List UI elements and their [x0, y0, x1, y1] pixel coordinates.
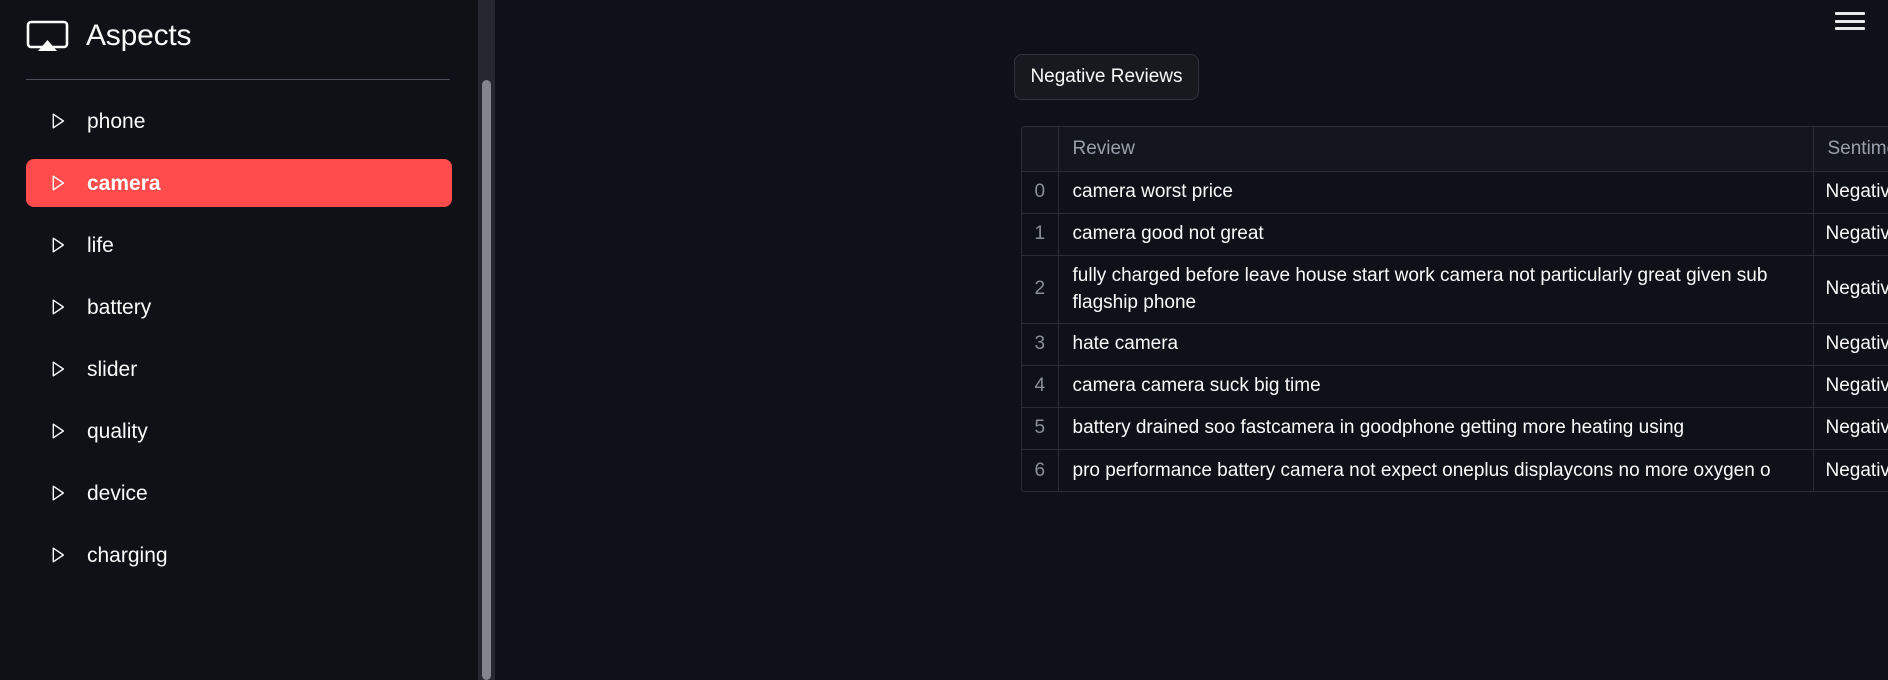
- sidebar-item-charging[interactable]: charging: [26, 531, 452, 579]
- row-review: camera good not great: [1058, 213, 1814, 256]
- row-review: fully charged before leave house start w…: [1058, 255, 1814, 324]
- main-content: Negative Reviews Review Sentiment 0 c: [478, 0, 1888, 680]
- table-row[interactable]: 4 camera camera suck big time Negative: [1022, 365, 1888, 408]
- row-review: pro performance battery camera not expec…: [1058, 449, 1814, 492]
- hamburger-bar: [1835, 19, 1865, 23]
- row-sentiment: Negative: [1813, 323, 1888, 366]
- row-review: hate camera: [1058, 323, 1814, 366]
- airplay-icon: [26, 20, 69, 52]
- row-sentiment: Negative: [1813, 255, 1888, 324]
- sidebar-item-battery[interactable]: battery: [26, 283, 452, 331]
- row-index: 4: [1022, 365, 1059, 408]
- row-index: 0: [1022, 171, 1059, 214]
- triangle-right-icon: [52, 547, 65, 563]
- sidebar-item-life[interactable]: life: [26, 221, 452, 269]
- table-row[interactable]: 6 pro performance battery camera not exp…: [1022, 449, 1888, 492]
- row-sentiment: Negative: [1813, 449, 1888, 492]
- triangle-right-icon: [52, 113, 65, 129]
- table-header: Review Sentiment: [1022, 127, 1888, 172]
- sidebar-item-label: camera: [87, 171, 161, 195]
- triangle-right-icon: [52, 175, 65, 191]
- sidebar-scrollbar[interactable]: [478, 0, 495, 680]
- reviews-table-container: Review Sentiment 0 camera worst price Ne…: [1021, 126, 1888, 493]
- sidebar-item-label: slider: [87, 357, 138, 381]
- sidebar-item-slider[interactable]: slider: [26, 345, 452, 393]
- sidebar: Aspects phone camera life battery slider…: [0, 0, 478, 680]
- triangle-right-icon: [52, 423, 65, 439]
- hamburger-bar: [1835, 12, 1865, 15]
- app-root: Aspects phone camera life battery slider…: [0, 0, 1888, 680]
- reviews-table: Review Sentiment 0 camera worst price Ne…: [1022, 127, 1888, 492]
- page-title: Aspects: [86, 19, 192, 52]
- column-header-sentiment: Sentiment: [1813, 127, 1888, 172]
- sidebar-nav: phone camera life battery slider quality…: [0, 80, 478, 579]
- row-index: 6: [1022, 449, 1059, 492]
- sidebar-item-camera[interactable]: camera: [26, 159, 452, 207]
- triangle-right-icon: [52, 361, 65, 377]
- hamburger-menu-icon[interactable]: [1835, 8, 1865, 34]
- row-index: 5: [1022, 407, 1059, 450]
- table-header-row: Review Sentiment: [1022, 127, 1888, 172]
- row-sentiment: Negative: [1813, 213, 1888, 256]
- row-review: battery drained soo fastcamera in goodph…: [1058, 407, 1814, 450]
- table-row[interactable]: 3 hate camera Negative: [1022, 323, 1888, 366]
- triangle-right-icon: [52, 299, 65, 315]
- column-header-review: Review: [1058, 127, 1814, 172]
- sidebar-item-label: life: [87, 233, 114, 257]
- sidebar-item-label: charging: [87, 543, 168, 567]
- sidebar-scrollbar-thumb[interactable]: [482, 80, 491, 680]
- row-review: camera worst price: [1058, 171, 1814, 214]
- row-index: 2: [1022, 255, 1059, 324]
- row-index: 1: [1022, 213, 1059, 256]
- negative-reviews-button[interactable]: Negative Reviews: [1014, 54, 1199, 100]
- table-row[interactable]: 0 camera worst price Negative: [1022, 171, 1888, 214]
- row-index: 3: [1022, 323, 1059, 366]
- row-sentiment: Negative: [1813, 407, 1888, 450]
- table-row[interactable]: 2 fully charged before leave house start…: [1022, 255, 1888, 324]
- sidebar-item-device[interactable]: device: [26, 469, 452, 517]
- table-row[interactable]: 5 battery drained soo fastcamera in good…: [1022, 407, 1888, 450]
- row-review: camera camera suck big time: [1058, 365, 1814, 408]
- table-body: 0 camera worst price Negative 1 camera g…: [1022, 171, 1888, 492]
- triangle-right-icon: [52, 237, 65, 253]
- sidebar-item-quality[interactable]: quality: [26, 407, 452, 455]
- row-sentiment: Negative: [1813, 365, 1888, 408]
- sidebar-item-label: phone: [87, 109, 146, 133]
- triangle-right-icon: [52, 485, 65, 501]
- table-row[interactable]: 1 camera good not great Negative: [1022, 213, 1888, 256]
- sidebar-header: Aspects: [0, 0, 478, 58]
- sidebar-item-phone[interactable]: phone: [26, 97, 452, 145]
- column-header-index: [1022, 127, 1059, 172]
- sidebar-item-label: battery: [87, 295, 152, 319]
- row-sentiment: Negative: [1813, 171, 1888, 214]
- sidebar-item-label: device: [87, 481, 148, 505]
- hamburger-bar: [1835, 27, 1865, 30]
- sidebar-item-label: quality: [87, 419, 148, 443]
